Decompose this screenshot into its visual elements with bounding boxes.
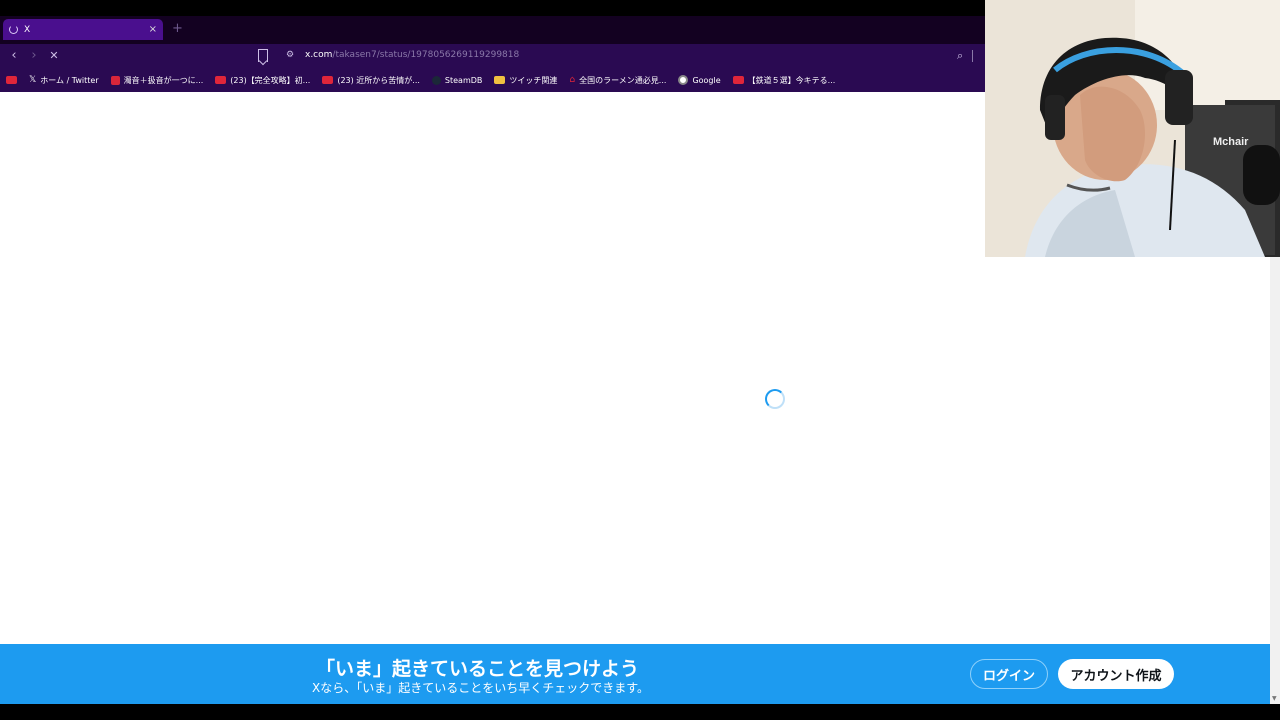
youtube-icon (6, 76, 17, 84)
google-icon (678, 75, 689, 85)
ramen-icon: ⌂ (569, 75, 576, 85)
bookmarks-bar: 𝕏 ホーム / Twitter 濁音＋扱音が一つに... (23)【完全攻略】初.… (0, 68, 986, 92)
bookmark-item[interactable]: 【鉄道５選】今キテる... (732, 75, 835, 86)
forward-button[interactable]: › (26, 48, 42, 64)
banner-subtitle: Xなら、「いま」起きていることをいち早くチェックできます。 (312, 681, 650, 695)
toolbar-divider (972, 50, 973, 62)
toolbar: ‹ › ✕ ⚙ x.com/takasen7/status/1978056269… (0, 44, 986, 68)
bookmark-item[interactable]: ツイッチ関連 (494, 75, 557, 86)
screen: X × + ‹ › ✕ ⚙ x.com/takasen7/status/1978… (0, 0, 1280, 720)
bookmark-item[interactable]: ⌂ 全国のラーメン通必見... (569, 75, 666, 86)
steam-icon (431, 75, 441, 85)
youtube-icon (732, 76, 744, 84)
site-settings-icon[interactable]: ⚙ (286, 50, 294, 60)
url-host: x.com (305, 50, 333, 60)
address-bar[interactable]: x.com/takasen7/status/197805626911929981… (305, 50, 519, 60)
tab-bar: X × + (0, 0, 986, 44)
bookmark-icon[interactable] (258, 49, 268, 62)
scroll-down-icon[interactable]: ▼ (1272, 695, 1277, 702)
bookmark-item[interactable]: Google (678, 75, 721, 85)
bottom-strip (0, 704, 1280, 720)
youtube-icon (322, 76, 334, 84)
banner-title: 「いま」起きていることを見つけよう (316, 658, 640, 680)
x-icon: 𝕏 (29, 75, 37, 85)
loading-spinner-icon (765, 389, 785, 409)
signup-banner: 「いま」起きていることを見つけよう Xなら、「いま」起きていることをいち早くチェ… (0, 644, 1270, 704)
chair-label: Mchair (1213, 136, 1249, 148)
loading-icon (9, 25, 18, 34)
bookmark-item[interactable]: (23)【完全攻略】初... (215, 75, 310, 86)
folder-icon (494, 76, 506, 84)
tab-title: X (24, 24, 31, 35)
bookmark-item[interactable] (6, 76, 17, 84)
signup-button[interactable]: アカウント作成 (1058, 659, 1174, 689)
webcam-overlay: Mchair (985, 0, 1280, 257)
red-square-icon (110, 75, 120, 85)
tab-x[interactable]: X × (3, 19, 163, 40)
webcam-image: Mchair (985, 0, 1280, 257)
scrollbar[interactable]: ▼ (1270, 257, 1280, 704)
tab-close-icon[interactable]: × (149, 24, 157, 35)
login-button[interactable]: ログイン (970, 659, 1048, 689)
zoom-icon[interactable]: ⌕ (957, 49, 963, 63)
new-tab-button[interactable]: + (172, 21, 183, 36)
back-button[interactable]: ‹ (6, 48, 22, 64)
bookmark-item[interactable]: 𝕏 ホーム / Twitter (29, 75, 99, 86)
bookmark-item[interactable]: (23) 近所から苦情が... (322, 75, 420, 86)
top-strip (0, 0, 986, 16)
youtube-icon (215, 76, 227, 84)
url-path: /takasen7/status/1978056269119299818 (332, 50, 520, 60)
stop-button[interactable]: ✕ (46, 48, 62, 64)
bookmark-item[interactable]: SteamDB (431, 75, 482, 85)
bookmark-item[interactable]: 濁音＋扱音が一つに... (110, 75, 203, 86)
